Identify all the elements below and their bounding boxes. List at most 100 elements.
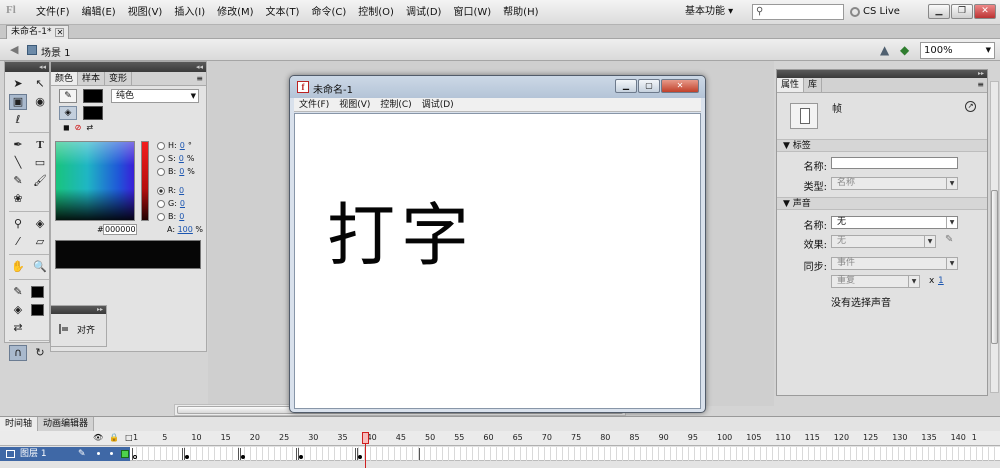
edit-scene-icon[interactable]: ▲ xyxy=(880,43,889,57)
line-tool-icon[interactable]: ╲ xyxy=(9,155,27,171)
edit-symbol-icon[interactable]: ◆ xyxy=(900,43,909,57)
playhead-cap[interactable] xyxy=(362,432,369,444)
panel-menu-icon[interactable]: ≡ xyxy=(977,78,987,92)
effect-select[interactable]: 无 ▼ xyxy=(831,235,936,248)
radio-s[interactable] xyxy=(157,154,165,163)
pen-tool-icon[interactable]: ✒ xyxy=(9,137,27,153)
outline-color-icon[interactable] xyxy=(121,450,129,458)
3d-rotation-tool-icon[interactable]: ◉ xyxy=(31,94,49,110)
free-transform-tool-icon[interactable]: ▣ xyxy=(9,94,27,110)
sound-name-select[interactable]: 无 ▼ xyxy=(831,216,958,229)
value-b[interactable]: 0 xyxy=(179,167,184,176)
help-icon[interactable]: ↗ xyxy=(965,101,976,112)
properties-scrollbar[interactable] xyxy=(990,81,999,393)
cs-live-button[interactable]: CS Live xyxy=(850,4,900,20)
deco-tool-icon[interactable]: ❀ xyxy=(9,191,27,207)
bone-tool-icon[interactable]: ⚲ xyxy=(9,216,27,232)
rgb-b[interactable]: B: 0 xyxy=(157,212,184,221)
text-tool-icon[interactable]: T xyxy=(31,137,49,153)
stroke-color-swatch[interactable] xyxy=(31,286,44,298)
hex-input[interactable]: 000000 xyxy=(103,224,137,235)
type-select[interactable]: 名称 ▼ xyxy=(831,177,958,190)
alpha-value[interactable]: 100 xyxy=(178,225,193,234)
movie-close-button[interactable]: ✕ xyxy=(661,79,699,93)
tab-transform[interactable]: 变形 xyxy=(105,72,133,85)
value-s[interactable]: 0 xyxy=(179,154,184,163)
radio-h[interactable] xyxy=(157,141,165,150)
menu-modify[interactable]: 修改(M) xyxy=(211,0,259,25)
panel-collapse-icon[interactable]: ▸▸ xyxy=(777,70,987,78)
rgb-r[interactable]: R: 0 xyxy=(157,186,184,195)
panel-menu-icon[interactable]: ≡ xyxy=(196,72,206,85)
tab-library[interactable]: 库 xyxy=(804,78,823,92)
eraser-tool-icon[interactable]: ▱ xyxy=(31,234,49,250)
frame-ruler[interactable]: 1 5 10 15 20 25 30 35 40 45 50 55 60 65 70 75 80 85 90 95 10… xyxy=(0,431,1000,446)
smooth-icon[interactable]: ↻ xyxy=(31,345,49,361)
panel-collapse-icon[interactable]: ▸▸ xyxy=(51,306,106,314)
rectangle-tool-icon[interactable]: ▭ xyxy=(31,155,49,171)
tab-motion-editor[interactable]: 动画编辑器 xyxy=(38,417,95,431)
repeat-count[interactable]: 1 xyxy=(938,276,944,286)
menu-window[interactable]: 窗口(W) xyxy=(447,0,497,25)
movie-maximize-button[interactable]: ▢ xyxy=(638,79,660,93)
frame-span[interactable] xyxy=(132,448,183,460)
stroke-color-swatch[interactable] xyxy=(83,89,103,103)
zoom-select[interactable]: 100% ▼ xyxy=(920,42,995,59)
swap-colors-icon[interactable]: ⇄ xyxy=(86,123,93,132)
hand-tool-icon[interactable]: ✋ xyxy=(9,259,27,275)
minimize-button[interactable]: ▁ xyxy=(928,4,950,19)
lock-dot-icon[interactable] xyxy=(110,452,113,455)
movie-minimize-button[interactable]: ▁ xyxy=(615,79,637,93)
movie-menu-file[interactable]: 文件(F) xyxy=(294,98,334,111)
frame-name-input[interactable] xyxy=(831,157,958,169)
menu-view[interactable]: 视图(V) xyxy=(122,0,169,25)
stroke-color-button[interactable]: ✎ xyxy=(59,89,77,103)
align-panel[interactable]: ▸▸ 对齐 xyxy=(50,305,107,347)
scrollbar-thumb[interactable] xyxy=(991,190,998,344)
document-tab[interactable]: 未命名-1* ✕ xyxy=(6,25,70,39)
radio-b[interactable] xyxy=(157,167,165,176)
section-label-header[interactable]: ▼ 标签 xyxy=(777,139,987,152)
repeat-select[interactable]: 重复 ▼ xyxy=(831,275,920,288)
panel-collapse-icon[interactable]: ◂◂ xyxy=(5,62,49,72)
radio-r[interactable] xyxy=(157,186,165,195)
menu-text[interactable]: 文本(T) xyxy=(260,0,306,25)
hsb-s[interactable]: S: 0 % xyxy=(157,154,194,163)
playhead[interactable] xyxy=(362,431,369,468)
layer-row[interactable]: 图层 1 ✎ xyxy=(0,447,1000,461)
frame-span[interactable] xyxy=(298,448,356,460)
tab-color[interactable]: 颜色 xyxy=(51,72,79,85)
restore-button[interactable]: ❐ xyxy=(951,4,973,19)
eyedropper-tool-icon[interactable]: ⁄ xyxy=(9,234,27,250)
value-h[interactable]: 0 xyxy=(180,141,185,150)
workspace-switcher[interactable]: 基本功能 ▾ xyxy=(685,4,745,20)
panel-collapse-icon[interactable]: ◂◂ xyxy=(51,62,206,72)
scene-label[interactable]: 场景 1 xyxy=(41,44,71,59)
visible-dot-icon[interactable] xyxy=(97,452,100,455)
menu-control[interactable]: 控制(O) xyxy=(352,0,400,25)
snap-to-objects-icon[interactable]: ∩ xyxy=(9,345,27,361)
radio-blue[interactable] xyxy=(157,212,165,221)
rgb-g[interactable]: G: 0 xyxy=(157,199,185,208)
edit-envelope-icon[interactable]: ✎ xyxy=(945,234,953,245)
no-color-icon[interactable]: ⊘ xyxy=(75,123,82,132)
tab-swatches[interactable]: 样本 xyxy=(78,72,106,85)
paint-bucket-tool-icon[interactable]: ◈ xyxy=(31,216,49,232)
back-arrow-icon[interactable]: ◀ xyxy=(10,43,18,56)
fill-color-icon[interactable]: ◈ xyxy=(9,302,27,318)
fill-color-button[interactable]: ◈ xyxy=(59,106,77,120)
search-input[interactable]: ⚲ xyxy=(752,4,844,20)
movie-stage[interactable]: 打字 xyxy=(294,113,701,409)
sync-select[interactable]: 事件 ▼ xyxy=(831,257,958,270)
movie-menu-control[interactable]: 控制(C) xyxy=(375,98,416,111)
menu-file[interactable]: 文件(F) xyxy=(30,0,76,25)
menu-insert[interactable]: 插入(I) xyxy=(168,0,211,25)
black-white-icon[interactable]: ◼ xyxy=(63,123,70,132)
close-button[interactable]: ✕ xyxy=(974,4,996,19)
tab-properties[interactable]: 属性 xyxy=(777,78,805,92)
fill-color-swatch[interactable] xyxy=(83,106,103,120)
section-sound-header[interactable]: ▼ 声音 xyxy=(777,197,987,210)
value-g[interactable]: 0 xyxy=(180,199,185,208)
close-tab-icon[interactable]: ✕ xyxy=(55,28,65,37)
tab-timeline[interactable]: 时间轴 xyxy=(0,417,39,431)
